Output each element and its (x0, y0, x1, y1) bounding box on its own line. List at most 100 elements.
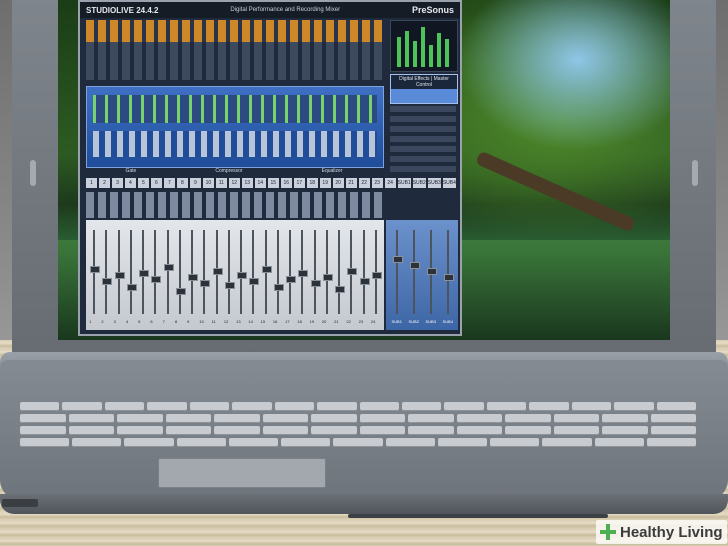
fader-cap[interactable] (188, 274, 199, 281)
subgroup-fader[interactable]: SUB4 (443, 226, 454, 324)
channel-fader[interactable]: 11 (212, 226, 223, 324)
fader-cap[interactable] (151, 276, 162, 283)
fader-cap[interactable] (359, 278, 370, 285)
fader-cap[interactable] (298, 270, 309, 277)
subgroup-fader[interactable]: SUB3 (426, 226, 437, 324)
key[interactable] (571, 402, 612, 411)
key[interactable] (176, 438, 226, 447)
key[interactable] (490, 438, 540, 447)
key[interactable] (650, 426, 696, 435)
channel-fader[interactable]: 15 (261, 226, 272, 324)
fader-cap[interactable] (286, 276, 297, 283)
fader-cap[interactable] (409, 262, 420, 269)
key[interactable] (359, 426, 405, 435)
key[interactable] (262, 426, 308, 435)
fader-cap[interactable] (392, 256, 403, 263)
fader-cap[interactable] (175, 288, 186, 295)
fader-cap[interactable] (322, 274, 333, 281)
channel-fader[interactable]: 23 (359, 226, 370, 324)
channel-fader[interactable]: 20 (322, 226, 333, 324)
key[interactable] (20, 402, 60, 411)
fader-cap[interactable] (310, 280, 321, 287)
keyboard[interactable] (20, 402, 697, 452)
fader-cap[interactable] (114, 272, 125, 279)
key[interactable] (385, 438, 435, 447)
fader-cap[interactable] (426, 268, 437, 275)
key[interactable] (553, 426, 599, 435)
channel-fader[interactable]: 2 (101, 226, 113, 324)
key[interactable] (232, 402, 272, 411)
key[interactable] (262, 414, 308, 423)
key[interactable] (614, 402, 654, 411)
key[interactable] (228, 438, 279, 447)
channel-select-buttons[interactable] (86, 192, 382, 218)
mixer-window[interactable]: STUDIOLIVE 24.4.2 Digital Performance an… (78, 0, 462, 336)
channel-fader[interactable]: 13 (236, 226, 248, 324)
mixer-input-strip[interactable] (86, 20, 382, 80)
fader-cap[interactable] (249, 278, 260, 285)
fader-cap[interactable] (139, 270, 150, 277)
subgroup-fader[interactable]: SUB2 (409, 226, 420, 324)
key[interactable] (311, 426, 357, 435)
fader-cap[interactable] (126, 284, 137, 291)
channel-fader[interactable]: 8 (175, 226, 186, 324)
key[interactable] (486, 402, 527, 411)
channel-fader[interactable]: 6 (150, 226, 162, 324)
key[interactable] (165, 414, 211, 423)
key[interactable] (359, 414, 405, 423)
key[interactable] (602, 426, 648, 435)
key[interactable] (456, 414, 502, 423)
key[interactable] (529, 402, 569, 411)
fader-cap[interactable] (347, 268, 358, 275)
key[interactable] (317, 402, 357, 411)
channel-fader[interactable]: 16 (273, 226, 284, 324)
fat-channel-panel[interactable] (86, 86, 384, 168)
fader-cap[interactable] (273, 284, 284, 291)
key[interactable] (456, 426, 502, 435)
channel-fader[interactable]: 7 (163, 226, 174, 324)
channel-fader[interactable]: 1 (89, 226, 101, 324)
key[interactable] (72, 438, 122, 447)
key[interactable] (281, 438, 331, 447)
key[interactable] (505, 414, 551, 423)
fader-cap[interactable] (237, 272, 248, 279)
key[interactable] (333, 438, 383, 447)
key[interactable] (444, 402, 484, 411)
key[interactable] (124, 438, 174, 447)
key[interactable] (650, 414, 696, 423)
key[interactable] (602, 414, 648, 423)
touchpad[interactable] (158, 458, 326, 488)
channel-faders[interactable]: 1 2 3 4 5 6 7 8 9 10 11 12 13 14 15 16 17 18 19 20 21 22 23 24 (86, 220, 384, 330)
key[interactable] (437, 438, 488, 447)
channel-fader[interactable]: 12 (224, 226, 235, 324)
channel-fader[interactable]: 24 (371, 226, 382, 324)
channel-fader[interactable]: 22 (346, 226, 358, 324)
fader-cap[interactable] (224, 282, 235, 289)
channel-fader[interactable]: 5 (138, 226, 150, 324)
key[interactable] (646, 438, 697, 447)
key[interactable] (68, 426, 114, 435)
fader-cap[interactable] (443, 274, 454, 281)
key[interactable] (62, 402, 102, 411)
key[interactable] (20, 438, 70, 447)
key[interactable] (553, 414, 599, 423)
subgroup-fader[interactable]: SUB1 (392, 226, 403, 324)
key[interactable] (117, 414, 163, 423)
key[interactable] (165, 426, 211, 435)
fader-cap[interactable] (212, 268, 223, 275)
key[interactable] (117, 426, 163, 435)
key[interactable] (20, 414, 66, 423)
key[interactable] (311, 414, 357, 423)
key[interactable] (189, 402, 230, 411)
key[interactable] (274, 402, 315, 411)
key[interactable] (594, 438, 644, 447)
key[interactable] (505, 426, 551, 435)
key[interactable] (20, 426, 66, 435)
fader-cap[interactable] (90, 266, 101, 273)
master-control-buttons[interactable] (390, 106, 456, 176)
fat-channel-knobs[interactable] (93, 131, 377, 157)
channel-fader[interactable]: 18 (297, 226, 309, 324)
key[interactable] (401, 402, 442, 411)
key[interactable] (408, 426, 454, 435)
channel-fader[interactable]: 3 (114, 226, 125, 324)
